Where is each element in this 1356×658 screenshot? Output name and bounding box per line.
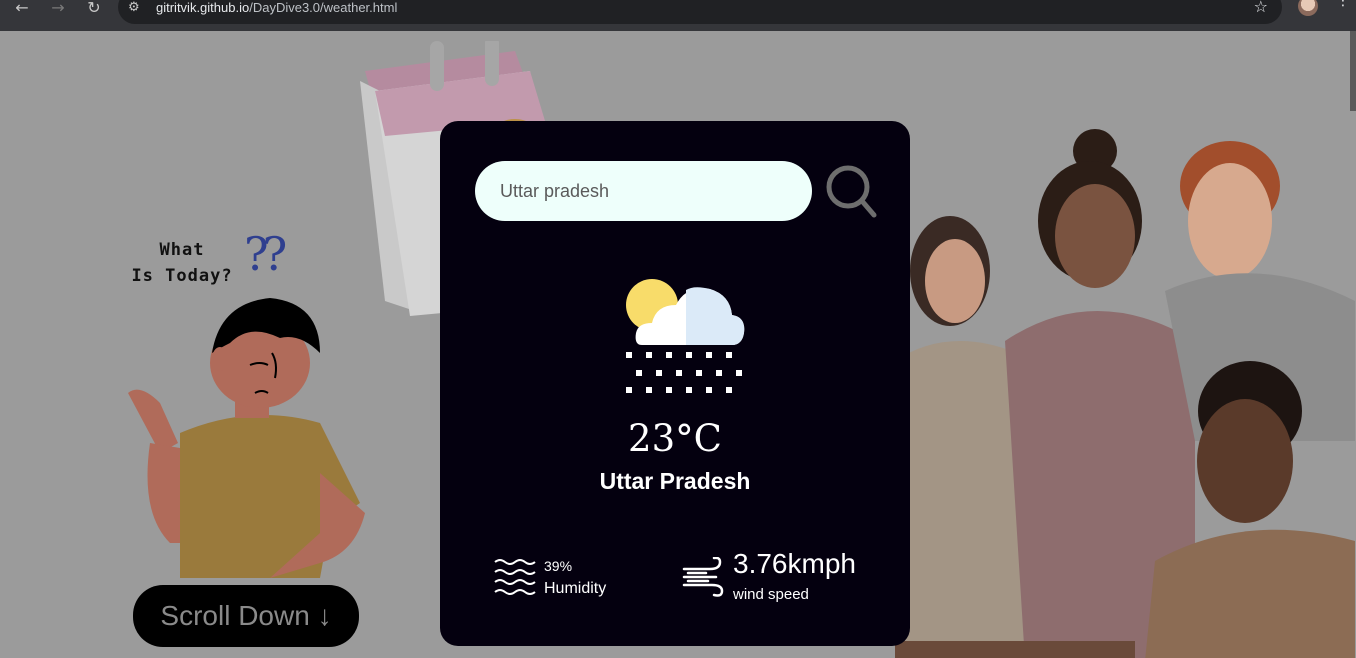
bookmark-star-icon[interactable]: ☆ bbox=[1254, 0, 1268, 16]
city-search-input[interactable] bbox=[475, 161, 812, 221]
browser-menu-icon[interactable]: ⋮ bbox=[1336, 0, 1350, 8]
wind-speed-label: wind speed bbox=[733, 586, 809, 603]
forward-arrow-icon[interactable]: → bbox=[46, 0, 70, 18]
wind-speed-value: 3.76kmph bbox=[733, 548, 856, 579]
url-text[interactable]: gitritvik.github.io/DayDive3.0/weather.h… bbox=[156, 0, 397, 15]
browser-toolbar: ← → ↻ ⚙ gitritvik.github.io/DayDive3.0/w… bbox=[0, 0, 1356, 31]
scroll-down-button[interactable]: Scroll Down ↓ bbox=[133, 585, 359, 647]
cloud-sun-snow-icon bbox=[626, 279, 745, 393]
confused-boy-illustration bbox=[128, 298, 365, 578]
question-text: What Is Today? bbox=[131, 240, 233, 286]
city-name: Uttar Pradesh bbox=[599, 468, 751, 494]
humidity-waves-icon bbox=[494, 559, 536, 595]
temperature: 23°C bbox=[628, 417, 722, 460]
humidity-label: Humidity bbox=[544, 580, 607, 597]
people-photo bbox=[895, 129, 1355, 658]
profile-avatar[interactable] bbox=[1298, 0, 1318, 16]
back-arrow-icon[interactable]: ← bbox=[10, 0, 34, 18]
humidity-value: 39% bbox=[544, 558, 573, 574]
question-marks: ?? bbox=[244, 227, 287, 281]
weather-card: 23°C Uttar Pradesh 39% Humidity 3.76kmph… bbox=[440, 121, 910, 646]
wind-icon bbox=[682, 557, 724, 597]
reload-icon[interactable]: ↻ bbox=[82, 0, 106, 18]
search-icon[interactable] bbox=[826, 163, 878, 219]
address-bar[interactable]: ⚙ gitritvik.github.io/DayDive3.0/weather… bbox=[118, 0, 1282, 24]
site-settings-icon[interactable]: ⚙ bbox=[128, 0, 140, 15]
page-edge bbox=[1350, 31, 1356, 111]
